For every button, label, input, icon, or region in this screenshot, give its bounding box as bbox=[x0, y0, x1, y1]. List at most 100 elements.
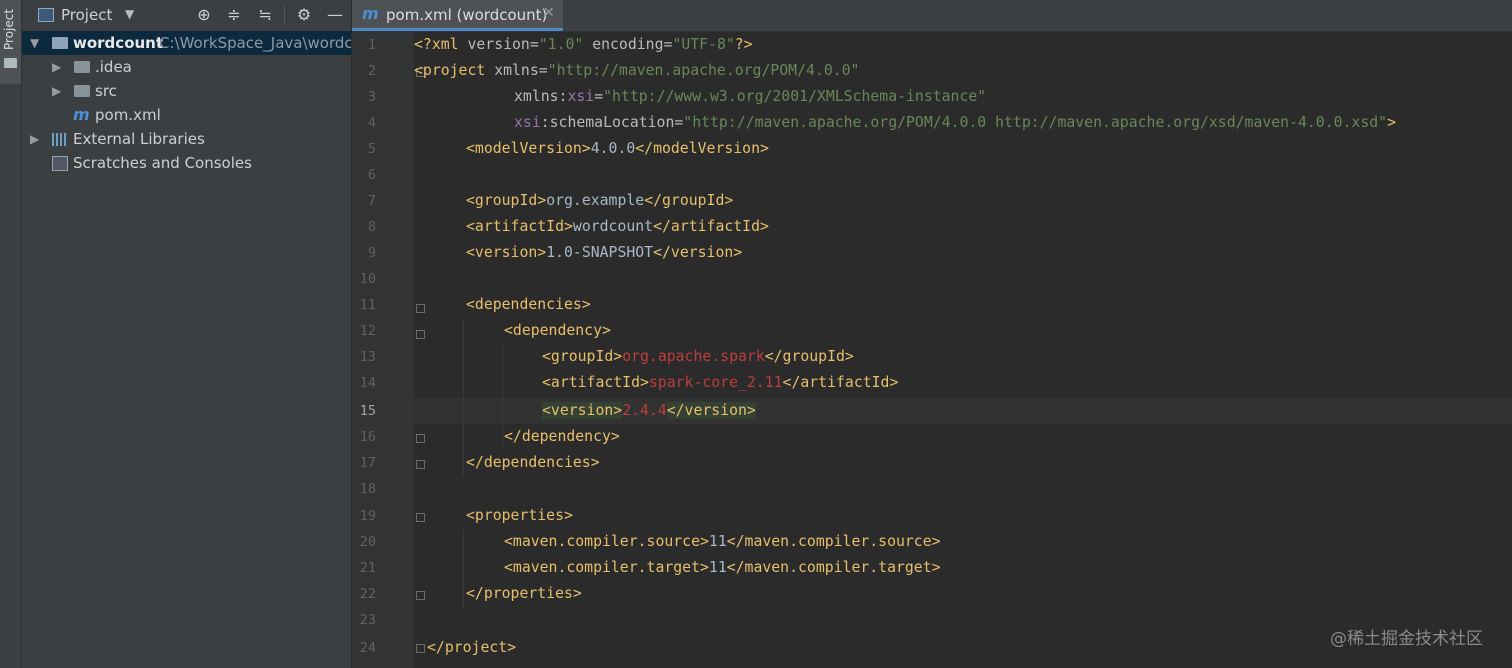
tag-close: </maven.compiler.target> bbox=[726, 559, 941, 576]
tree-item-src[interactable]: ▶ src bbox=[22, 79, 351, 103]
line-number: 20 bbox=[359, 534, 376, 550]
tag-close: </project> bbox=[427, 639, 517, 656]
chevron-right-icon[interactable]: ▶ bbox=[30, 127, 39, 151]
line-number: 4 bbox=[367, 115, 376, 131]
tag-value: 4.0.0 bbox=[590, 140, 636, 157]
scratch-icon bbox=[52, 156, 68, 171]
editor-tab-bar: m pom.xml (wordcount) ✕ bbox=[352, 0, 1512, 32]
tag-value: 1.0-SNAPSHOT bbox=[546, 244, 654, 261]
attr-schema-location: :schemaLocation bbox=[540, 114, 675, 131]
tool-window-strip: Project bbox=[0, 0, 22, 668]
code-line-1: <?xml version="1.0" encoding="UTF-8"?> bbox=[414, 32, 753, 58]
close-icon[interactable]: ✕ bbox=[543, 5, 555, 21]
code-line-9: <version>1.0-SNAPSHOT</version> bbox=[466, 240, 742, 266]
tree-item-label: wordcount bbox=[73, 34, 164, 52]
project-view-title[interactable]: Project bbox=[61, 6, 112, 24]
module-folder-icon bbox=[52, 37, 68, 49]
line-number: 18 bbox=[359, 481, 376, 497]
eq: = bbox=[538, 62, 548, 79]
tree-item-external-libraries[interactable]: ▶ External Libraries bbox=[22, 127, 351, 151]
library-icon bbox=[52, 133, 68, 146]
xml-decl-close: ?> bbox=[734, 36, 753, 53]
editor-gutter[interactable]: 1 2 3 4 5 6 7 8 9 10 11 12 13 14 15 16 1… bbox=[352, 32, 451, 668]
code-line-2: <project xmlns="http://maven.apache.org/… bbox=[414, 58, 859, 84]
tag-open-highlighted: <version> bbox=[542, 402, 623, 419]
line-number: 2 bbox=[367, 63, 376, 79]
line-number: 21 bbox=[359, 560, 376, 576]
line-number: 3 bbox=[367, 89, 376, 105]
tag-close: > bbox=[1387, 114, 1396, 131]
tag-value-error: spark-core_2.11 bbox=[648, 374, 783, 391]
code-line-16: </dependency> bbox=[504, 424, 620, 450]
attr-version: version bbox=[467, 36, 530, 53]
chevron-right-icon[interactable]: ▶ bbox=[52, 55, 61, 79]
tree-item-idea[interactable]: ▶ .idea bbox=[22, 55, 351, 79]
line-number: 24 bbox=[359, 640, 376, 656]
tab-pom-xml[interactable]: m pom.xml (wordcount) ✕ bbox=[352, 0, 563, 31]
attr-value: "http://maven.apache.org/POM/4.0.0" bbox=[547, 62, 860, 79]
attr-encoding: encoding bbox=[583, 36, 664, 53]
tag-open: <dependencies> bbox=[466, 296, 591, 313]
tag-open: <artifactId> bbox=[542, 374, 649, 391]
tag-value-error: org.apache.spark bbox=[622, 348, 765, 365]
project-tool-window-button[interactable]: Project bbox=[0, 0, 21, 84]
tag-open: <maven.compiler.target> bbox=[504, 559, 709, 576]
ns-xsi: xsi bbox=[567, 88, 595, 105]
header-divider bbox=[284, 6, 285, 24]
line-number: 5 bbox=[367, 141, 376, 157]
tag-close: </groupId> bbox=[764, 348, 854, 365]
locate-icon[interactable]: ⊕ bbox=[193, 4, 215, 26]
line-number: 17 bbox=[359, 455, 376, 471]
eq: = bbox=[674, 114, 684, 131]
line-number: 22 bbox=[359, 586, 376, 602]
tree-item-wordcount[interactable]: ▼ wordcount C:\WorkSpace_Java\wordco bbox=[22, 31, 351, 55]
tag-close: </dependencies> bbox=[466, 454, 600, 471]
folder-icon bbox=[74, 61, 90, 73]
chevron-down-icon[interactable]: ▼ bbox=[125, 7, 134, 21]
tree-item-label: .idea bbox=[95, 58, 132, 76]
line-number: 1 bbox=[367, 37, 376, 53]
tag-close-highlighted: </version> bbox=[666, 402, 756, 419]
tag-value: 11 bbox=[708, 533, 727, 550]
attr-value: "UTF-8" bbox=[672, 36, 735, 53]
tag-open: <dependency> bbox=[504, 322, 611, 339]
line-number: 7 bbox=[367, 193, 376, 209]
minimize-icon[interactable]: — bbox=[324, 4, 346, 26]
tree-item-label: src bbox=[95, 82, 117, 100]
tree-item-pom[interactable]: m pom.xml bbox=[22, 103, 351, 127]
attr-value: "http://www.w3.org/2001/XMLSchema-instan… bbox=[603, 88, 987, 105]
tag-open: <version> bbox=[466, 244, 547, 261]
folder-icon bbox=[74, 85, 90, 97]
eq: = bbox=[594, 88, 604, 105]
code-line-24: </project> bbox=[427, 635, 516, 661]
project-view-icon bbox=[38, 8, 54, 22]
tree-item-label: Scratches and Consoles bbox=[73, 154, 252, 172]
tree-item-scratches[interactable]: Scratches and Consoles bbox=[22, 151, 351, 175]
expand-all-icon[interactable]: ≑ bbox=[223, 4, 245, 26]
code-line-15: <version>2.4.4</version> bbox=[542, 398, 756, 424]
line-number: 12 bbox=[359, 323, 376, 339]
tag-close: </maven.compiler.source> bbox=[726, 533, 941, 550]
maven-file-icon: m bbox=[73, 105, 90, 124]
code-line-21: <maven.compiler.target>11</maven.compile… bbox=[504, 555, 941, 581]
gear-icon[interactable]: ⚙ bbox=[293, 4, 315, 26]
tree-item-label: External Libraries bbox=[73, 130, 205, 148]
code-line-3: xmlns:xsi="http://www.w3.org/2001/XMLSch… bbox=[514, 84, 986, 110]
line-number: 23 bbox=[359, 612, 376, 628]
code-line-5: <modelVersion>4.0.0</modelVersion> bbox=[466, 136, 769, 162]
code-line-14: <artifactId>spark-core_2.11</artifactId> bbox=[542, 370, 898, 396]
collapse-all-icon[interactable]: ≒ bbox=[254, 4, 276, 26]
xml-decl-name: xml bbox=[431, 36, 468, 53]
chevron-down-icon[interactable]: ▼ bbox=[30, 31, 39, 55]
tag-close: </properties> bbox=[466, 585, 582, 602]
code-editor[interactable]: <?xml version="1.0" encoding="UTF-8"?> <… bbox=[414, 32, 1512, 668]
tag-open: <artifactId> bbox=[466, 218, 573, 235]
chevron-right-icon[interactable]: ▶ bbox=[52, 79, 61, 103]
project-panel-header: Project ▼ ⊕ ≑ ≒ ⚙ — bbox=[22, 0, 351, 32]
folder-icon bbox=[4, 58, 17, 68]
code-line-8: <artifactId>wordcount</artifactId> bbox=[466, 214, 769, 240]
line-number: 6 bbox=[367, 167, 376, 183]
tag-value: wordcount bbox=[572, 218, 654, 235]
tree-item-label: pom.xml bbox=[95, 106, 161, 124]
tag-open: <maven.compiler.source> bbox=[504, 533, 709, 550]
